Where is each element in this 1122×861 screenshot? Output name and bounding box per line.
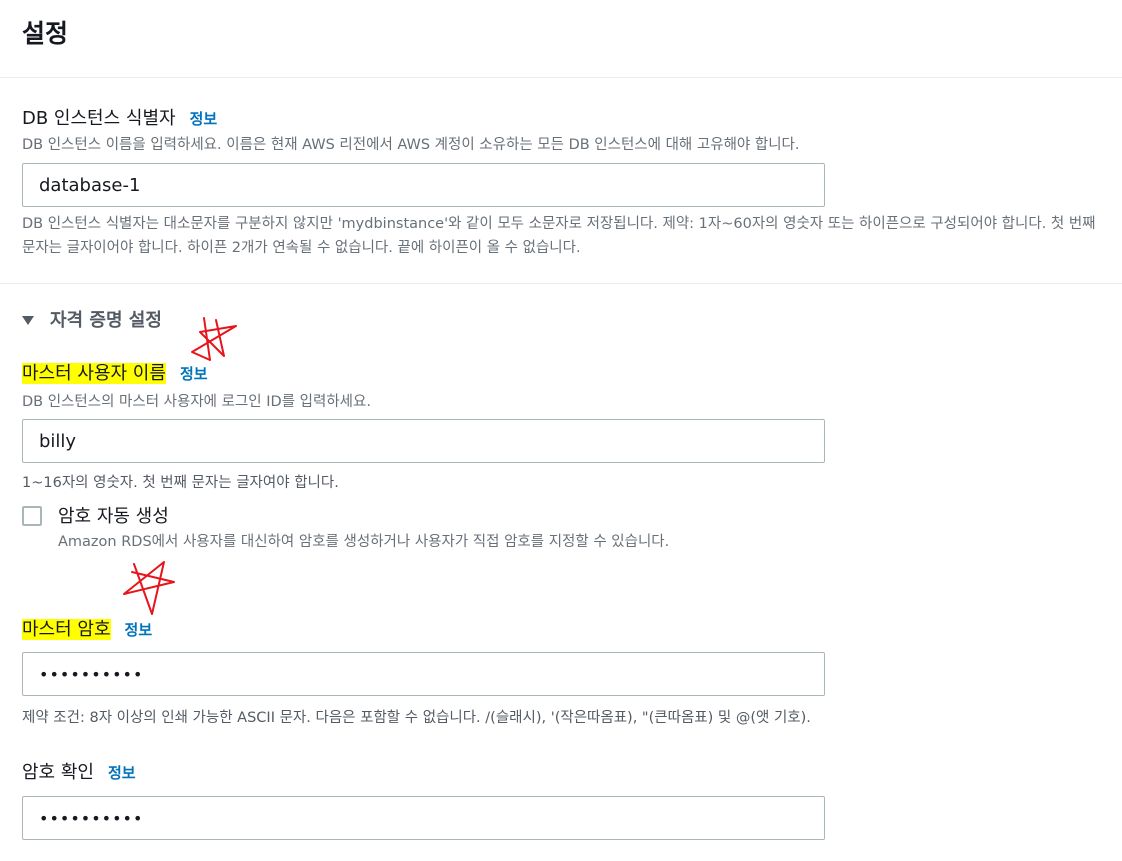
master-password-label: 마스터 암호 <box>22 619 111 640</box>
master-username-label: 마스터 사용자 이름 <box>22 363 166 384</box>
master-username-description: DB 인스턴스의 마스터 사용자에 로그인 ID를 입력하세요. <box>22 394 371 410</box>
page-title: 설정 <box>22 19 69 48</box>
settings-page: 설정 DB 인스턴스 식별자 정보 DB 인스턴스 이름을 입력하세요. 이름은 … <box>0 0 1122 861</box>
confirm-password-label-row: 암호 확인 정보 <box>22 758 136 784</box>
confirm-password-input-value: •••••••••• <box>39 808 144 828</box>
credentials-section-title: 자격 증명 설정 <box>50 310 162 331</box>
master-password-constraint: 제약 조건: 8자 이상의 인쇄 가능한 ASCII 문자. 다음은 포함할 수… <box>22 710 811 726</box>
master-username-input-value: billy <box>39 430 77 452</box>
confirm-password-input[interactable]: •••••••••• <box>22 796 825 840</box>
red-star-annotation-icon <box>191 317 237 361</box>
master-password-label-row: 마스터 암호 정보 <box>22 615 152 641</box>
caret-down-icon <box>22 315 34 325</box>
master-username-constraint: 1~16자의 영숫자. 첫 번째 문자는 글자여야 합니다. <box>22 475 339 491</box>
section-divider <box>0 283 1122 284</box>
auto-password-checkbox[interactable] <box>22 506 42 526</box>
instance-id-input[interactable]: database-1 <box>22 163 825 207</box>
red-star-annotation-icon <box>123 561 175 615</box>
credentials-section-toggle[interactable]: 자격 증명 설정 <box>22 305 162 333</box>
master-username-info-link[interactable]: 정보 <box>180 365 208 383</box>
master-password-input-value: •••••••••• <box>39 664 144 684</box>
master-password-info-link[interactable]: 정보 <box>125 621 153 639</box>
master-username-input[interactable]: billy <box>22 419 825 463</box>
instance-id-label-row: DB 인스턴스 식별자 정보 <box>22 104 217 130</box>
auto-password-label[interactable]: 암호 자동 생성 <box>58 502 169 528</box>
instance-id-label: DB 인스턴스 식별자 <box>22 108 176 129</box>
settings-header: 설정 <box>0 0 1122 78</box>
master-password-input[interactable]: •••••••••• <box>22 652 825 696</box>
instance-id-description: DB 인스턴스 이름을 입력하세요. 이름은 현재 AWS 리전에서 AWS 계… <box>22 137 800 153</box>
confirm-password-label: 암호 확인 <box>22 762 94 783</box>
auto-password-description: Amazon RDS에서 사용자를 대신하여 암호를 생성하거나 사용자가 직접… <box>58 534 670 550</box>
instance-id-input-value: database-1 <box>39 174 141 196</box>
confirm-password-info-link[interactable]: 정보 <box>108 764 136 782</box>
instance-id-info-link[interactable]: 정보 <box>190 110 218 128</box>
instance-id-constraint: DB 인스턴스 식별자는 대소문자를 구분하지 않지만 'mydbinstanc… <box>22 216 1096 256</box>
